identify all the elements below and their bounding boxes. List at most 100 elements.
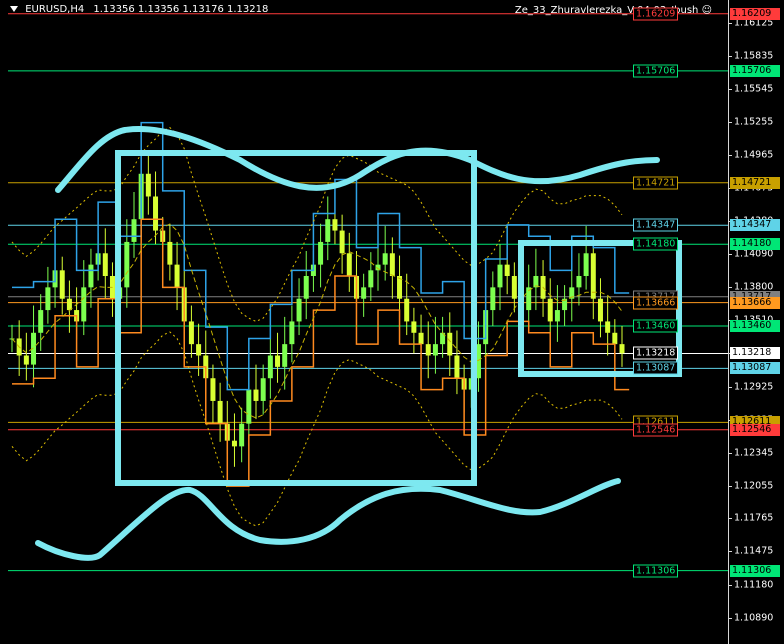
candle-body <box>318 241 324 265</box>
price-level-box: 1.16209 <box>730 7 780 20</box>
candle-body <box>275 355 281 367</box>
tick-mark <box>728 254 732 256</box>
candle-body <box>612 332 618 345</box>
candle-body <box>332 219 338 231</box>
tick-mark <box>728 617 732 619</box>
candle-body <box>361 287 367 299</box>
candle-body <box>597 298 603 322</box>
candle-body <box>404 298 410 322</box>
candle-body <box>325 219 331 242</box>
tick-mark <box>728 584 732 586</box>
level-tag: 1.13218 <box>633 346 679 360</box>
dropdown-icon[interactable] <box>10 6 18 12</box>
tick-mark <box>728 485 732 487</box>
candle-body <box>346 253 352 276</box>
candle-body <box>45 287 51 311</box>
level-tag: 1.11306 <box>633 564 679 578</box>
chart-window[interactable]: EURUSD,H4 1.13356 1.13356 1.13176 1.1321… <box>0 0 784 644</box>
symbol-header: EURUSD,H4 1.13356 1.13356 1.13176 1.1321… <box>10 4 268 15</box>
candle-body <box>66 298 72 311</box>
annotation-curve-lower <box>35 478 621 561</box>
candle-body <box>389 253 395 276</box>
tick-label: 1.10890 <box>734 612 774 624</box>
candle-body <box>418 332 424 345</box>
candle-body <box>153 196 159 231</box>
candle-body <box>339 230 345 254</box>
level-tag: 1.14180 <box>633 237 679 251</box>
level-tag: 1.13666 <box>633 296 679 310</box>
tick-mark <box>728 155 732 157</box>
candle-body <box>59 270 65 299</box>
candle-body <box>368 270 374 288</box>
tick-label: 1.15545 <box>734 83 774 95</box>
candle-body <box>554 310 560 322</box>
price-level-box: 1.14180 <box>730 238 780 251</box>
tick-mark <box>728 287 732 289</box>
candle-body <box>38 310 44 333</box>
level-tag: 1.13087 <box>633 361 679 375</box>
candle-body <box>231 440 237 447</box>
candle-body <box>145 173 151 197</box>
lower-envelope <box>11 331 623 527</box>
tick-label: 1.15255 <box>734 116 774 128</box>
candle-body <box>239 423 245 447</box>
price-level-box: 1.11306 <box>730 564 780 577</box>
candle-body <box>217 400 223 424</box>
tick-label: 1.12925 <box>734 381 774 393</box>
tick-label: 1.14090 <box>734 248 774 260</box>
candle-body <box>188 321 194 345</box>
tick-label: 1.11180 <box>734 579 774 591</box>
tick-mark <box>728 551 732 553</box>
candle-body <box>576 276 582 288</box>
price-level-box: 1.14721 <box>730 176 780 189</box>
candle-body <box>167 241 173 265</box>
candle-body <box>210 378 216 401</box>
candle-body <box>447 332 453 356</box>
candle-body <box>583 253 589 276</box>
level-tag: 1.14721 <box>633 176 679 190</box>
candle-body <box>260 378 266 401</box>
candle-body <box>497 264 503 288</box>
candle-body <box>23 355 29 365</box>
candle-body <box>282 344 288 367</box>
candle-body <box>432 344 438 356</box>
tick-label: 1.11475 <box>734 545 774 557</box>
price-level-box: 1.13087 <box>730 362 780 375</box>
tick-mark <box>728 122 732 124</box>
candle-body <box>490 287 496 311</box>
candle-body <box>454 355 460 379</box>
candle-body <box>289 321 295 345</box>
level-tag: 1.13460 <box>633 319 679 333</box>
candle-body <box>246 389 252 424</box>
candle-body <box>174 264 180 288</box>
price-level-box: 1.15706 <box>730 64 780 77</box>
candle-body <box>253 389 259 401</box>
price-level-box: 1.13460 <box>730 319 780 332</box>
candle-body <box>131 219 137 242</box>
candle-body <box>605 321 611 333</box>
tick-label: 1.11765 <box>734 512 774 524</box>
candle-body <box>102 253 108 276</box>
candle-body <box>547 298 553 322</box>
candle-body <box>504 264 510 276</box>
candle-body <box>425 344 431 356</box>
candle-body <box>619 344 625 354</box>
candle-body <box>296 298 302 322</box>
smiley-icon: ☺ <box>701 5 712 16</box>
candle-body <box>411 321 417 333</box>
tick-label: 1.14965 <box>734 149 774 161</box>
tick-mark <box>728 518 732 520</box>
tick-mark <box>728 452 732 454</box>
level-tag: 1.12546 <box>633 423 679 437</box>
price-level-box: 1.12546 <box>730 423 780 436</box>
price-level-box: 1.13218 <box>730 347 780 360</box>
candle-body <box>303 276 309 299</box>
ohlc-values: 1.13356 1.13356 1.13176 1.13218 <box>93 4 269 15</box>
level-tag: 1.15706 <box>633 64 679 78</box>
tick-mark <box>728 386 732 388</box>
candle-body <box>196 344 202 356</box>
price-level-box: 1.14347 <box>730 219 780 232</box>
candle-body <box>382 253 388 265</box>
tick-mark <box>728 56 732 58</box>
level-tag: 1.16209 <box>633 7 679 21</box>
